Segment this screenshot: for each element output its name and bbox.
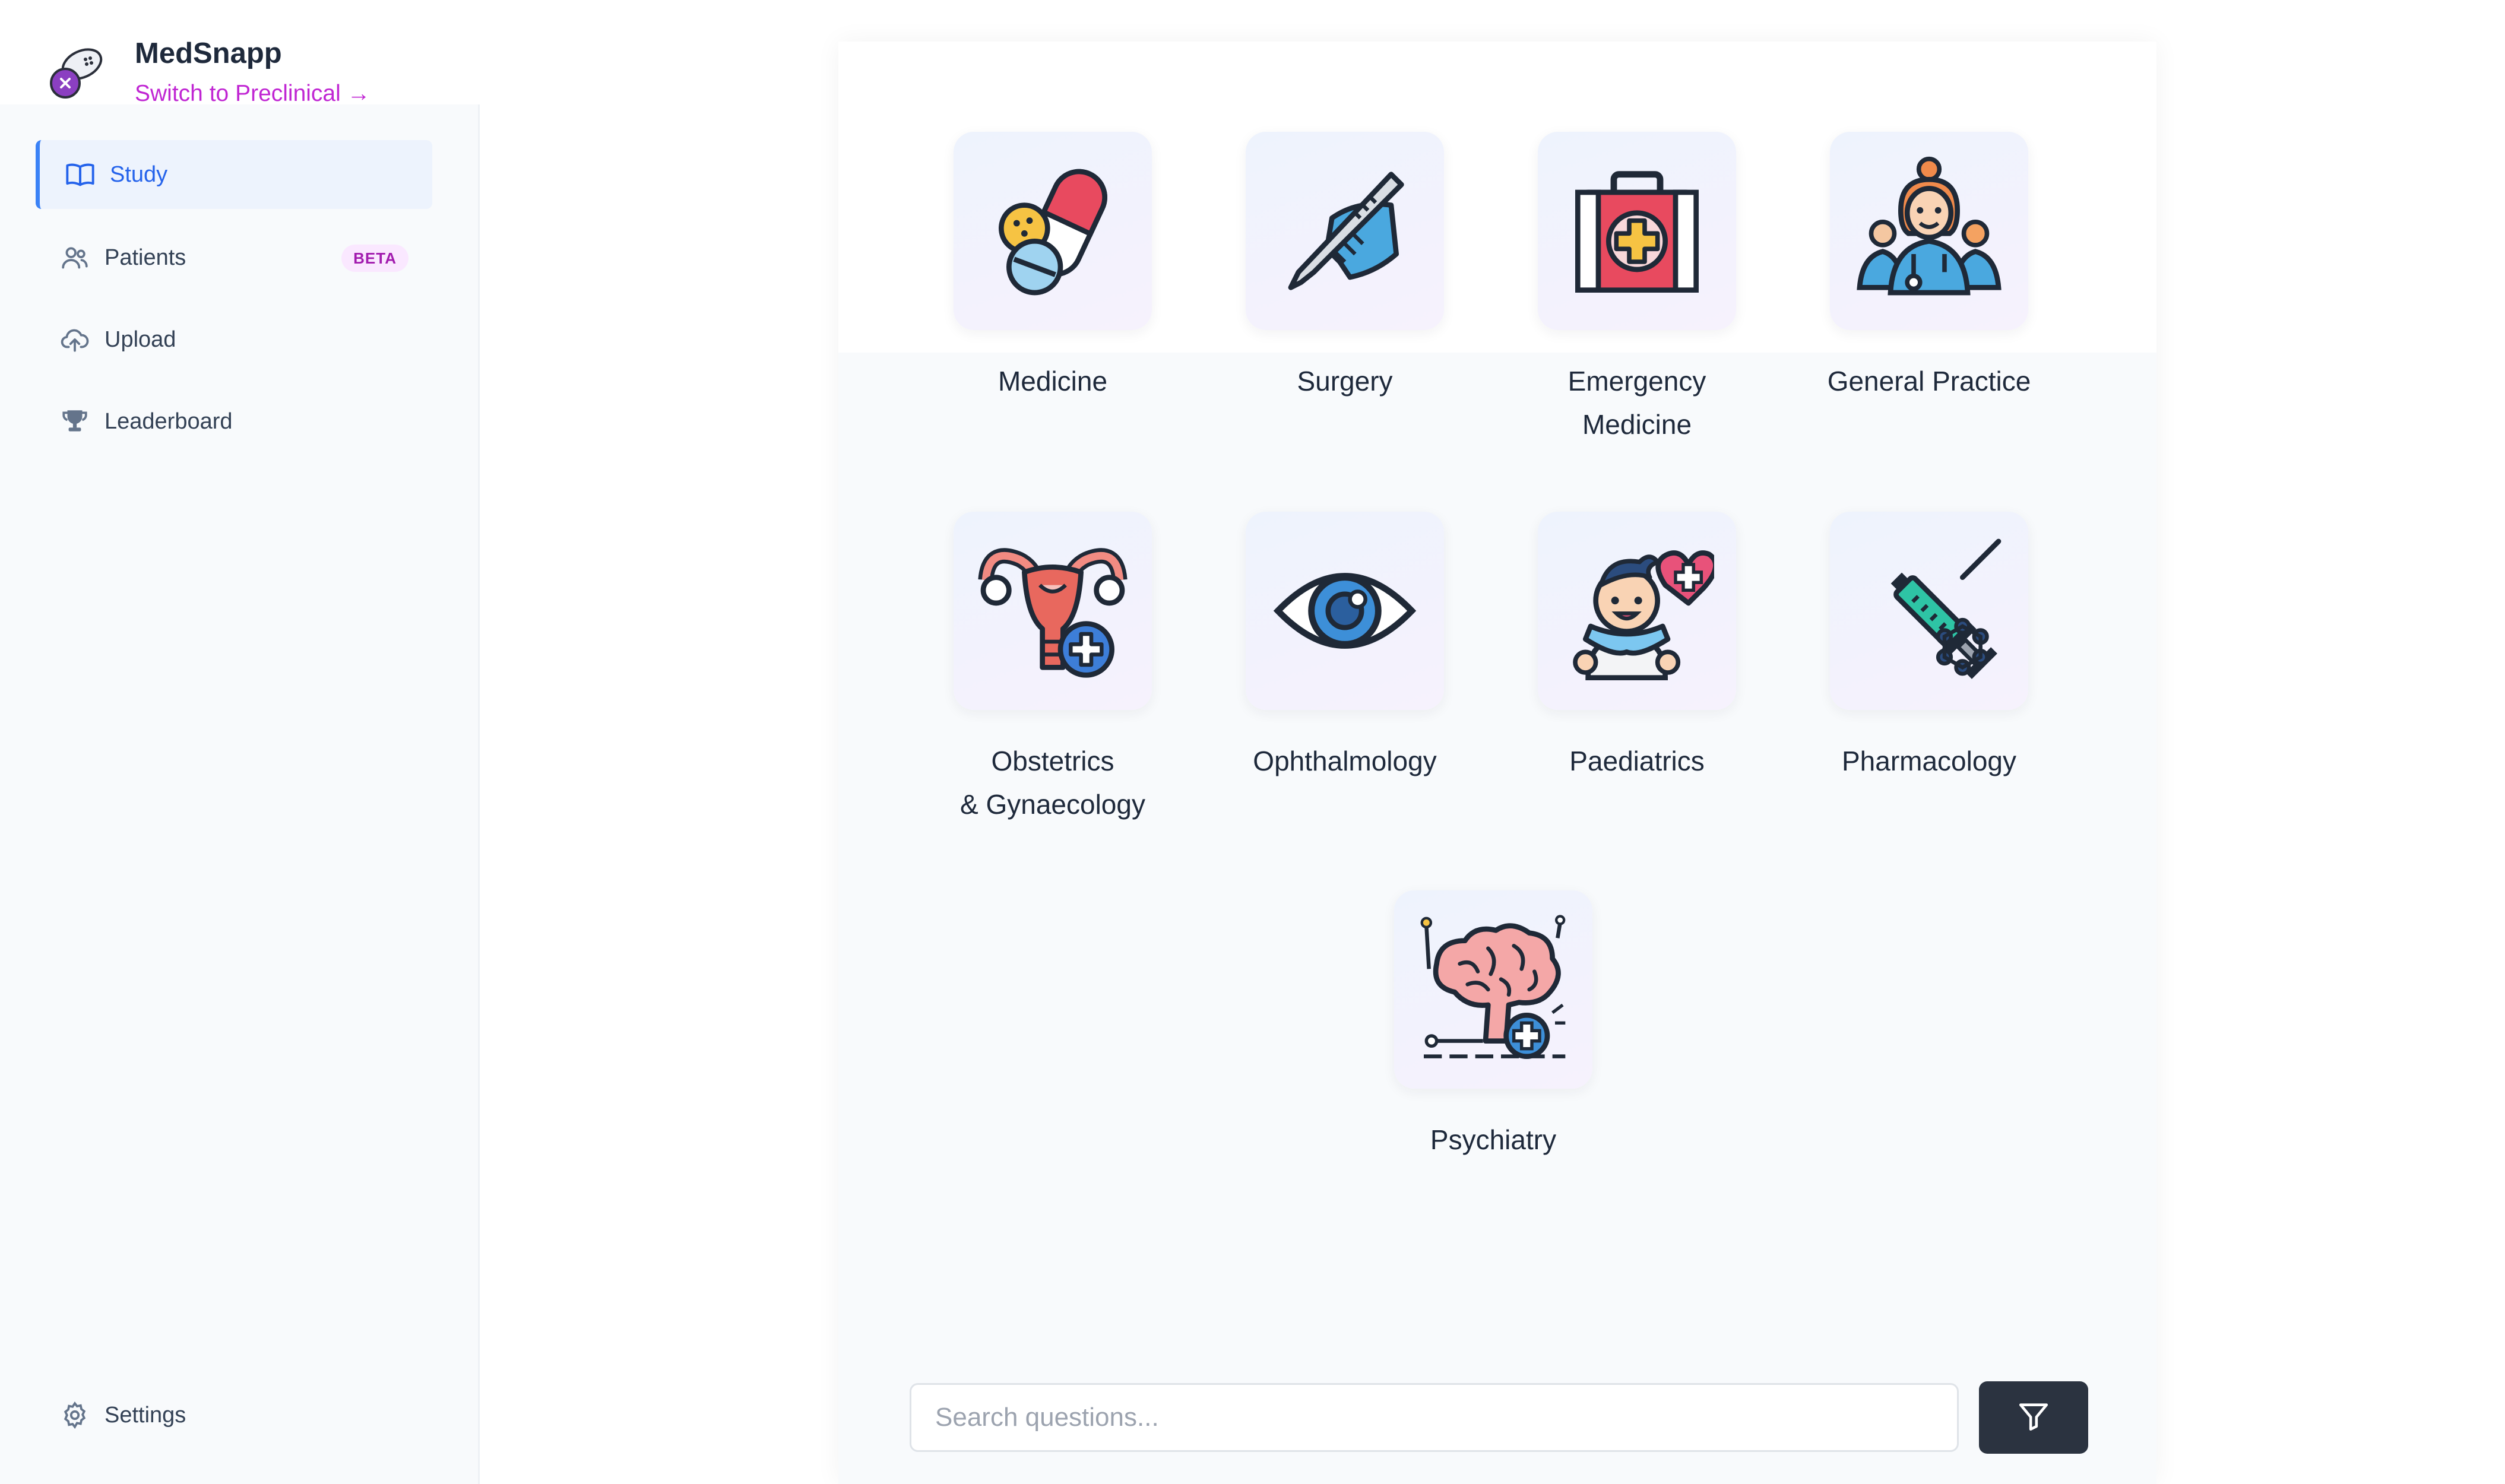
brand-header: MedSnapp Switch to Preclinical → [0, 0, 480, 107]
pill-capsule-icon [954, 132, 1152, 330]
brain-icon [1394, 890, 1592, 1089]
specialty-obstetrics-gynaecology[interactable]: Obstetrics & Gynaecology [906, 512, 1199, 826]
sidebar-item-leaderboard[interactable]: Leaderboard [36, 387, 432, 456]
sidebar-item-label: Study [110, 161, 168, 187]
specialty-general-practice[interactable]: General Practice [1782, 132, 2076, 403]
filter-button[interactable] [1979, 1381, 2088, 1454]
specialty-ophthalmology[interactable]: Ophthalmology [1198, 512, 1491, 783]
sidebar-item-label: Patients [104, 245, 186, 270]
specialty-label: Emergency Medicine [1567, 366, 1706, 440]
specialty-label: Medicine [997, 366, 1108, 397]
gear-icon [58, 1399, 91, 1432]
sidebar-item-label: Upload [104, 326, 176, 352]
specialty-label: Psychiatry [1430, 1124, 1557, 1155]
trophy-icon [58, 405, 91, 438]
uterus-icon [954, 512, 1152, 710]
book-icon [64, 158, 97, 191]
specialty-pharmacology[interactable]: Pharmacology [1782, 512, 2076, 783]
users-icon [58, 241, 91, 274]
eye-icon [1246, 512, 1444, 710]
specialty-paediatrics[interactable]: Paediatrics [1490, 512, 1784, 783]
specialty-label: Pharmacology [1841, 746, 2017, 776]
filter-icon [2016, 1399, 2051, 1437]
sidebar-item-settings[interactable]: Settings [36, 1381, 432, 1450]
app-logo [50, 48, 103, 99]
first-aid-kit-icon [1538, 132, 1736, 330]
specialty-emergency-medicine[interactable]: Emergency Medicine [1490, 132, 1784, 446]
specialty-label: Ophthalmology [1253, 746, 1437, 776]
app-name: MedSnapp [135, 37, 282, 69]
syringe-molecule-icon [1830, 512, 2028, 710]
beta-badge: BETA [341, 245, 408, 272]
sidebar-item-label: Settings [104, 1402, 186, 1428]
specialty-label: Paediatrics [1569, 746, 1705, 776]
specialty-psychiatry[interactable]: Psychiatry [1347, 890, 1640, 1162]
baby-heart-icon [1538, 512, 1736, 710]
specialty-panel: Medicine Surgery Emergency Medicine Gene… [838, 42, 2156, 1484]
sidebar-item-patients[interactable]: Patients BETA [36, 223, 432, 292]
cloud-upload-icon [58, 323, 91, 356]
specialty-label: General Practice [1827, 366, 2031, 397]
sidebar-item-label: Leaderboard [104, 408, 233, 434]
switch-to-preclinical-link[interactable]: Switch to Preclinical → [135, 81, 370, 107]
scalpel-hand-icon [1246, 132, 1444, 330]
specialty-medicine[interactable]: Medicine [906, 132, 1199, 403]
sidebar-item-study[interactable]: Study [36, 140, 432, 209]
specialty-label: Obstetrics & Gynaecology [960, 746, 1145, 820]
sidebar-item-upload[interactable]: Upload [36, 305, 432, 374]
search-input[interactable] [910, 1383, 1959, 1452]
doctor-team-icon [1830, 132, 2028, 330]
sidebar: MedSnapp Switch to Preclinical → Study P… [0, 0, 480, 1484]
specialty-surgery[interactable]: Surgery [1198, 132, 1491, 403]
specialty-label: Surgery [1297, 366, 1393, 397]
